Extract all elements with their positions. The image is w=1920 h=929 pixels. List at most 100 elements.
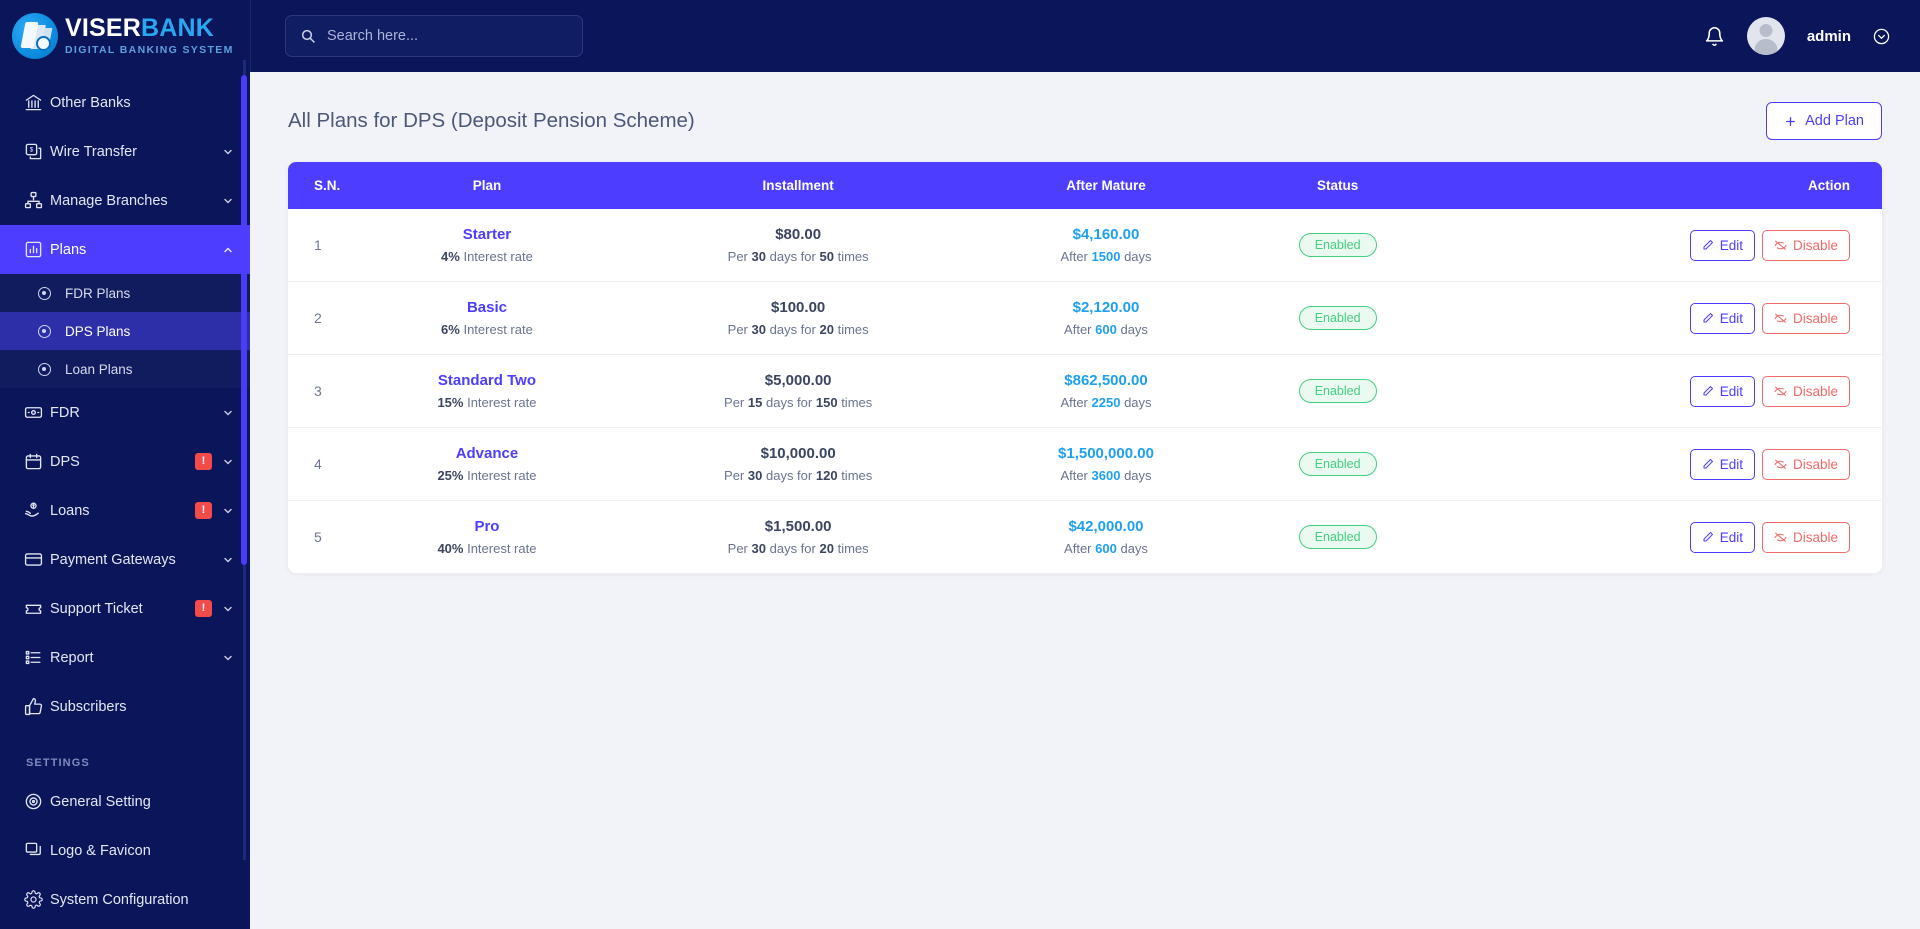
sidebar-item-system-configuration[interactable]: System Configuration	[0, 875, 250, 924]
cell-after-mature: $1,500,000.00 After 3600 days	[980, 427, 1232, 501]
mature-suffix: days	[1124, 395, 1152, 410]
user-name: admin	[1806, 27, 1851, 45]
sidebar-item-wire-transfer[interactable]: $ Wire Transfer	[0, 127, 250, 176]
pencil-icon	[1702, 385, 1714, 397]
interest-value: 6%	[441, 322, 460, 337]
table-row: 1 Starter 4% Interest rate $80.00 Per 30 day…	[288, 209, 1882, 282]
installment-days: 30	[751, 322, 766, 337]
disable-button[interactable]: Disable	[1761, 521, 1850, 553]
sidebar-item-label: Manage Branches	[50, 192, 168, 209]
pencil-icon	[1702, 239, 1714, 251]
avatar[interactable]	[1746, 17, 1785, 55]
sidebar-subitem-fdr-plans[interactable]: FDR Plans	[0, 274, 250, 312]
mature-detail: After 3600 days	[990, 468, 1221, 483]
add-plan-button[interactable]: Add Plan	[1766, 102, 1882, 140]
edit-button[interactable]: Edit	[1689, 521, 1755, 553]
plan-interest: 40% Interest rate	[368, 541, 606, 556]
column-header-status: Status	[1316, 178, 1359, 193]
sidebar-subitem-dps-plans[interactable]: DPS Plans	[0, 312, 250, 350]
eye-slash-icon	[1774, 312, 1787, 325]
installment-days: 30	[751, 541, 766, 556]
mature-detail: After 600 days	[990, 322, 1221, 337]
sidebar-item-payment-gateways[interactable]: Payment Gateways	[0, 535, 250, 584]
plan-name-link[interactable]: Pro	[368, 518, 606, 535]
interest-label: Interest rate	[467, 541, 537, 556]
sidebar-item-other-banks[interactable]: Other Banks	[0, 78, 250, 127]
chevron-down-icon[interactable]	[1873, 28, 1890, 45]
plan-name-link[interactable]: Advance	[368, 445, 606, 462]
sidebar-item-label: Logo & Favicon	[50, 842, 151, 859]
brand-name-part1: VISER	[65, 14, 142, 43]
chart-bar-icon	[24, 240, 50, 259]
eye-slash-icon	[1774, 531, 1787, 544]
brand-name: VISERBANK	[65, 16, 234, 41]
action-buttons: Edit Disable	[1689, 375, 1850, 407]
plan-interest: 25% Interest rate	[368, 468, 606, 483]
mature-amount: $42,000.00	[1068, 518, 1144, 535]
calendar-icon	[24, 452, 50, 471]
column-header-after-mature: After Mature	[1066, 178, 1146, 193]
notification-bell-icon[interactable]	[1704, 26, 1725, 47]
sidebar-item-support-ticket[interactable]: Support Ticket!	[0, 584, 250, 633]
column-header-installment: Installment	[762, 178, 834, 193]
edit-button[interactable]: Edit	[1689, 302, 1755, 334]
sidebar-item-general-setting[interactable]: General Setting	[0, 777, 250, 826]
mature-detail: After 600 days	[990, 541, 1221, 556]
sidebar-item-loans[interactable]: Loans!	[0, 486, 250, 535]
brand-logo[interactable]: VISERBANK DIGITAL BANKING SYSTEM	[0, 0, 250, 72]
disable-button[interactable]: Disable	[1761, 375, 1850, 407]
mature-prefix: After	[1064, 322, 1092, 337]
plan-name-link[interactable]: Basic	[368, 299, 606, 316]
installment-mid: days for	[765, 468, 813, 483]
branches-icon	[24, 191, 50, 210]
sidebar-subitem-loan-plans[interactable]: Loan Plans	[0, 350, 250, 388]
main-area: admin All Plans for DPS (Deposit Pension…	[250, 0, 1920, 929]
interest-label: Interest rate	[463, 249, 533, 264]
search-box[interactable]	[285, 15, 583, 57]
disable-button[interactable]: Disable	[1761, 448, 1850, 480]
cell-status: Enabled	[1231, 281, 1444, 355]
edit-button[interactable]: Edit	[1689, 448, 1755, 480]
disable-button[interactable]: Disable	[1761, 229, 1850, 261]
sidebar-item-manage-branches[interactable]: Manage Branches	[0, 176, 250, 225]
eye-slash-icon	[1774, 458, 1787, 471]
installment-amount: $5,000.00	[764, 372, 832, 389]
top-bar: admin	[250, 0, 1920, 72]
app-root: VISERBANK DIGITAL BANKING SYSTEM Other B…	[0, 0, 1920, 929]
cell-sn: 3	[288, 354, 358, 428]
disable-button[interactable]: Disable	[1761, 302, 1850, 334]
cell-status: Enabled	[1231, 209, 1444, 282]
brand-tagline: DIGITAL BANKING SYSTEM	[65, 44, 234, 57]
disable-label: Disable	[1792, 310, 1838, 326]
sidebar-item-dps[interactable]: DPS!	[0, 437, 250, 486]
cell-installment: $5,000.00 Per 15 days for 150 times	[615, 354, 981, 428]
installment-suffix: times	[841, 395, 873, 410]
interest-value: 15%	[437, 395, 464, 410]
sidebar-item-report[interactable]: Report	[0, 633, 250, 682]
edit-button[interactable]: Edit	[1689, 229, 1755, 261]
table-body: 1 Starter 4% Interest rate $80.00 Per 30 day…	[288, 209, 1882, 573]
sidebar-item-label: System Configuration	[50, 891, 189, 908]
cell-sn: 2	[288, 281, 358, 355]
search-input[interactable]	[327, 28, 568, 44]
edit-button[interactable]: Edit	[1689, 375, 1755, 407]
alert-badge: !	[195, 453, 212, 470]
sidebar-item-logo-favicon[interactable]: Logo & Favicon	[0, 826, 250, 875]
plan-name-link[interactable]: Starter	[368, 226, 606, 243]
bank-icon	[24, 93, 50, 112]
plans-table-card: S.N. Plan Installment After Mature Statu…	[288, 162, 1882, 573]
sidebar-item-subscribers[interactable]: Subscribers	[0, 682, 250, 731]
money-icon	[24, 403, 50, 422]
list-icon	[24, 648, 50, 667]
sidebar-item-fdr[interactable]: FDR	[0, 388, 250, 437]
sidebar-item-label: Other Banks	[50, 94, 131, 111]
mature-detail: After 1500 days	[990, 249, 1221, 264]
mature-detail: After 2250 days	[990, 395, 1221, 410]
installment-suffix: times	[837, 249, 869, 264]
sidebar-subitem-label: DPS Plans	[65, 323, 131, 339]
top-bar-right: admin	[1704, 17, 1890, 55]
sidebar-item-plans[interactable]: Plans	[0, 225, 250, 274]
plan-name-link[interactable]: Standard Two	[368, 372, 606, 389]
cell-after-mature: $4,160.00 After 1500 days	[980, 209, 1232, 282]
target-icon	[24, 792, 50, 811]
